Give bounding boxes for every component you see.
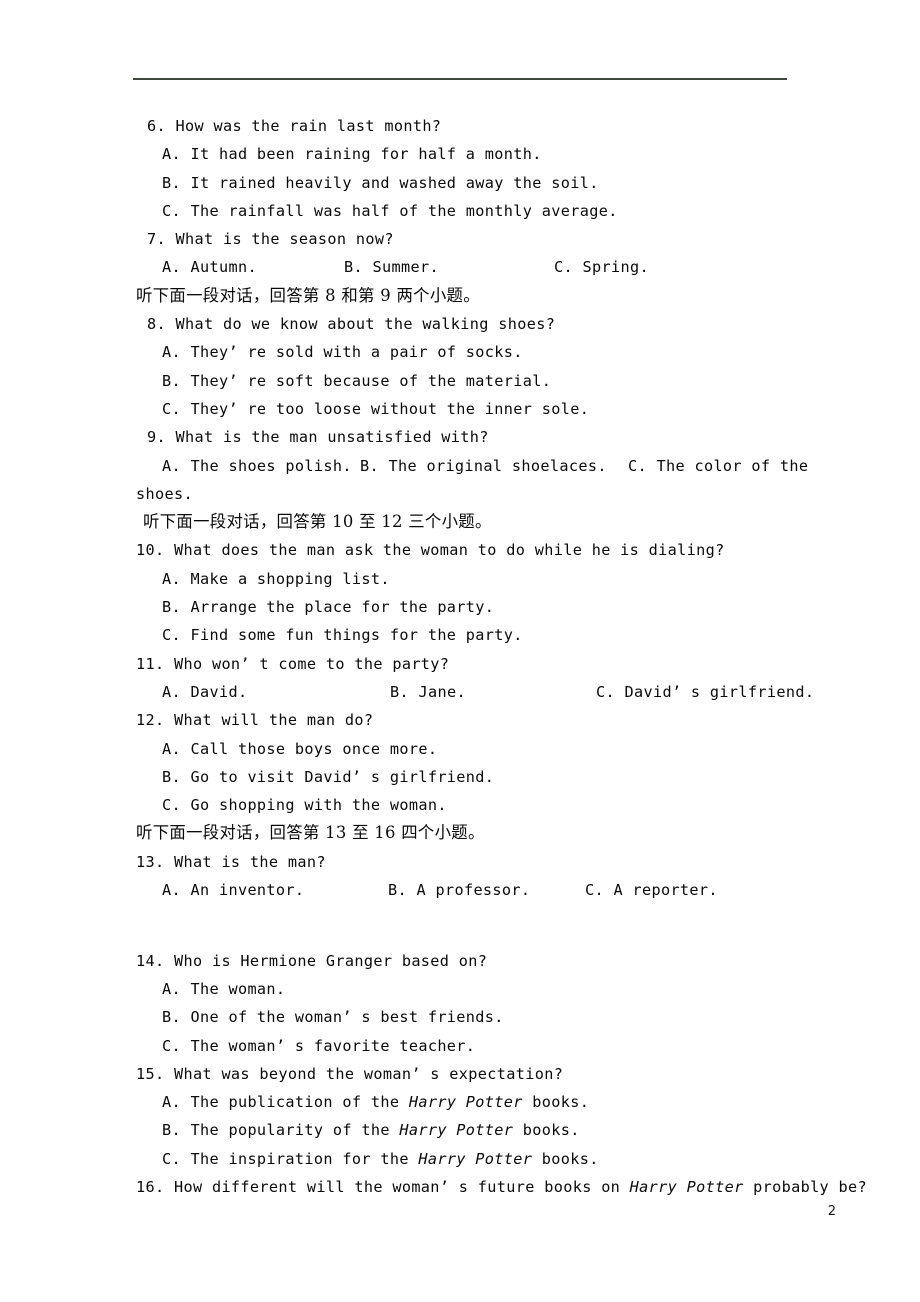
- option-12-b[interactable]: B. Go to visit David’ s girlfriend.: [136, 763, 796, 791]
- book-title-harry-potter: Harry Potter: [399, 1121, 514, 1140]
- option-7-b[interactable]: B. Summer.: [344, 253, 439, 281]
- question-stem-7: 7. What is the season now?: [147, 230, 394, 249]
- option-7-c[interactable]: C. Spring.: [554, 253, 649, 281]
- option-11-a[interactable]: A. David.: [162, 678, 247, 706]
- option-9-a[interactable]: A. The shoes polish.: [162, 452, 352, 480]
- option-15-c[interactable]: C. The inspiration for the Harry Potter …: [136, 1145, 796, 1173]
- option-12-c[interactable]: C. Go shopping with the woman.: [136, 791, 796, 819]
- question-stem-6: 6. How was the rain last month?: [147, 117, 442, 135]
- question-stem-16-post: probably be?: [743, 1177, 868, 1196]
- book-title-harry-potter: Harry Potter: [629, 1177, 744, 1196]
- option-15-c-post: books.: [532, 1149, 599, 1168]
- option-9-b[interactable]: B. The original shoelaces.: [360, 452, 607, 480]
- option-row-7: A. Autumn. B. Summer. C. Spring.: [136, 253, 796, 281]
- option-15-b-post: books.: [513, 1121, 580, 1140]
- option-row-13: A. An inventor. B. A professor. C. A rep…: [136, 876, 796, 904]
- book-title-harry-potter: Harry Potter: [408, 1093, 523, 1112]
- page-number: 2: [827, 1204, 836, 1219]
- option-15-b-pre: B. The popularity of the: [162, 1121, 400, 1140]
- option-10-b[interactable]: B. Arrange the place for the party.: [136, 593, 796, 621]
- option-11-b[interactable]: B. Jane.: [390, 678, 466, 706]
- option-10-a[interactable]: A. Make a shopping list.: [136, 565, 796, 593]
- option-12-a[interactable]: A. Call those boys once more.: [136, 735, 796, 763]
- book-title-harry-potter: Harry Potter: [418, 1149, 533, 1168]
- option-6-b[interactable]: B. It rained heavily and washed away the…: [136, 169, 796, 197]
- question-list: 6. How was the rain last month? A. It ha…: [136, 112, 867, 1201]
- option-8-b[interactable]: B. They’ re soft because of the material…: [136, 367, 796, 395]
- header-rule: [133, 78, 787, 80]
- option-row-9: A. The shoes polish. B. The original sho…: [136, 452, 808, 480]
- option-13-a[interactable]: A. An inventor.: [162, 876, 304, 904]
- option-9-c-wrap: shoes.: [136, 484, 193, 503]
- question-stem-8: 8. What do we know about the walking sho…: [147, 315, 556, 334]
- question-stem-15: 15. What was beyond the woman’ s expecta…: [136, 1064, 564, 1083]
- option-9-c[interactable]: C. The color of the: [628, 452, 808, 480]
- exam-page: 6. How was the rain last month? A. It ha…: [0, 0, 920, 1302]
- question-stem-12: 12. What will the man do?: [136, 711, 374, 730]
- option-15-b[interactable]: B. The popularity of the Harry Potter bo…: [136, 1116, 796, 1144]
- option-13-c[interactable]: C. A reporter.: [585, 876, 718, 904]
- question-stem-16-pre: 16. How different will the woman’ s futu…: [136, 1177, 630, 1196]
- question-stem-9: 9. What is the man unsatisfied with?: [147, 428, 489, 447]
- question-stem-16: 16. How different will the woman’ s futu…: [136, 1173, 867, 1201]
- option-6-a[interactable]: A. It had been raining for half a month.: [136, 140, 796, 168]
- question-stem-14: 14. Who is Hermione Granger based on?: [136, 951, 488, 970]
- option-8-c[interactable]: C. They’ re too loose without the inner …: [136, 395, 796, 423]
- option-14-c[interactable]: C. The woman’ s favorite teacher.: [136, 1032, 796, 1060]
- question-stem-10: 10. What does the man ask the woman to d…: [136, 541, 725, 560]
- option-7-a[interactable]: A. Autumn.: [162, 253, 257, 281]
- option-15-a[interactable]: A. The publication of the Harry Potter b…: [136, 1088, 796, 1116]
- option-6-c[interactable]: C. The rainfall was half of the monthly …: [136, 197, 796, 225]
- paragraph-gap-half: [136, 933, 796, 947]
- option-10-c[interactable]: C. Find some fun things for the party.: [136, 621, 796, 649]
- listening-instruction-13-16: 听下面一段对话，回答第 13 至 16 四个小题。: [136, 823, 485, 843]
- option-8-a[interactable]: A. They’ re sold with a pair of socks.: [136, 338, 796, 366]
- question-stem-11: 11. Who won’ t come to the party?: [136, 654, 450, 673]
- listening-instruction-10-12: 听下面一段对话，回答第 10 至 12 三个小题。: [143, 512, 492, 532]
- option-row-11: A. David. B. Jane. C. David’ s girlfrien…: [136, 678, 814, 706]
- option-15-a-post: books.: [522, 1093, 590, 1112]
- option-14-a[interactable]: A. The woman.: [136, 975, 796, 1003]
- option-11-c[interactable]: C. David’ s girlfriend.: [596, 678, 814, 706]
- question-stem-13: 13. What is the man?: [136, 852, 326, 871]
- option-14-b[interactable]: B. One of the woman’ s best friends.: [136, 1003, 796, 1031]
- option-13-b[interactable]: B. A professor.: [388, 876, 530, 904]
- option-15-a-pre: A. The publication of the: [162, 1093, 409, 1112]
- option-15-c-pre: C. The inspiration for the: [162, 1149, 419, 1168]
- listening-instruction-8-9: 听下面一段对话，回答第 8 和第 9 两个小题。: [136, 285, 480, 305]
